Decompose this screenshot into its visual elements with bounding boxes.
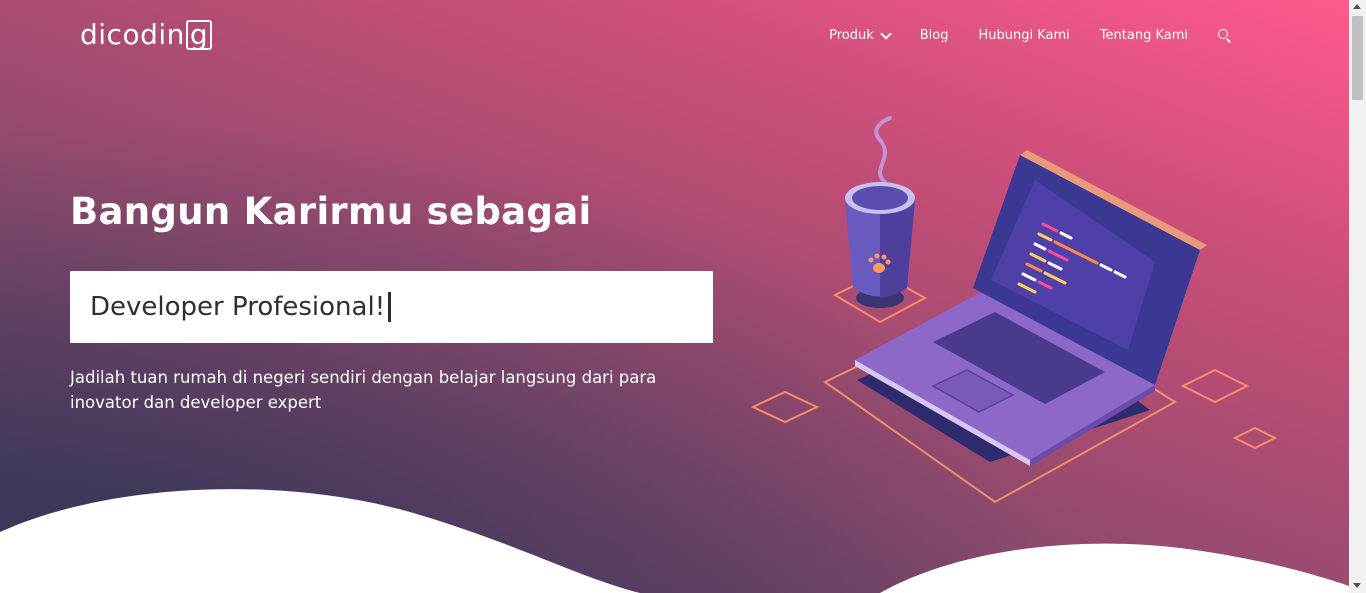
hero-headline: Bangun Karirmu sebagai <box>70 190 592 233</box>
diamond-outline <box>1180 368 1250 404</box>
steam-icon <box>874 116 892 184</box>
nav-item-hubungi-kami[interactable]: Hubungi Kami <box>979 28 1070 43</box>
main-nav: Produk Blog Hubungi Kami Tentang Kami <box>829 27 1232 43</box>
typed-text-box: Developer Profesional! <box>70 271 713 343</box>
logo-g-mark: g <box>185 20 213 50</box>
nav-item-label: Produk <box>829 28 874 43</box>
scroll-down-arrow-icon[interactable] <box>1353 583 1361 588</box>
dicoding-logo[interactable]: dicodin g <box>80 18 213 51</box>
vertical-scrollbar[interactable] <box>1349 0 1366 593</box>
logo-text: dicodin <box>80 18 185 51</box>
search-icon[interactable] <box>1218 29 1232 43</box>
bottom-wave <box>0 489 1349 593</box>
nav-item-label: Tentang Kami <box>1099 28 1188 43</box>
cup-body-shade <box>880 200 915 298</box>
typed-text: Developer Profesional! <box>90 292 386 322</box>
diamond-outline <box>750 390 820 424</box>
nav-item-produk[interactable]: Produk <box>829 27 892 43</box>
diamond-outline <box>1232 426 1278 450</box>
scrollbar-thumb[interactable] <box>1352 16 1363 100</box>
hero-subtitle: Jadilah tuan rumah di negeri sendiri den… <box>70 368 657 412</box>
nav-item-blog[interactable]: Blog <box>920 28 949 43</box>
cup-top <box>852 186 908 210</box>
nav-item-tentang-kami[interactable]: Tentang Kami <box>1100 28 1188 43</box>
nav-item-label: Hubungi Kami <box>978 28 1070 43</box>
chevron-down-icon <box>880 27 892 40</box>
hero-section: dicodin g Produk Blog Hubungi Kami Tentan… <box>0 0 1349 593</box>
scroll-up-arrow-icon[interactable] <box>1353 4 1361 9</box>
nav-item-label: Blog <box>919 28 949 43</box>
text-cursor <box>388 292 392 322</box>
laptop-coffee-illustration <box>750 116 1278 504</box>
